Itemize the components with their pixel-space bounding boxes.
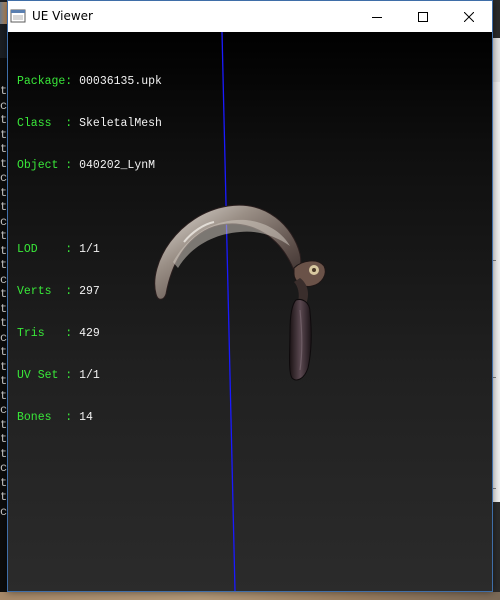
info-spacer (17, 201, 162, 215)
info-verts-label: Verts : (17, 285, 80, 298)
background-right-window-body (492, 82, 500, 502)
info-class-label: Class : (17, 117, 80, 130)
info-lod-label: LOD : (17, 243, 80, 256)
window-title: UE Viewer (32, 9, 93, 23)
info-uvset-row: UV Set : 1/1 (17, 369, 162, 383)
info-package-row: Package: 00036135.upk (17, 75, 162, 89)
close-button[interactable] (446, 1, 492, 32)
info-object-value: 040202_LynM (79, 159, 156, 172)
info-package-value: 00036135.upk (79, 75, 162, 88)
info-tris-label: Tris : (17, 327, 80, 340)
info-package-label: Package: (17, 75, 80, 88)
info-uvset-value: 1/1 (79, 369, 100, 382)
maximize-button[interactable] (400, 1, 446, 32)
info-lod-value: 1/1 (79, 243, 100, 256)
background-right-window (492, 0, 500, 600)
maximize-icon (418, 11, 428, 22)
minimize-icon (372, 12, 382, 22)
info-bones-row: Bones : 14 (17, 411, 162, 425)
app-icon (10, 8, 26, 24)
info-bones-value: 14 (79, 411, 93, 424)
info-object-label: Object : (17, 159, 80, 172)
info-uvset-label: UV Set : (17, 369, 80, 382)
info-class-value: SkeletalMesh (79, 117, 162, 130)
info-class-row: Class : SkeletalMesh (17, 117, 162, 131)
info-bones-label: Bones : (17, 411, 80, 424)
info-verts-row: Verts : 297 (17, 285, 162, 299)
close-icon (464, 11, 474, 22)
info-tris-value: 429 (79, 327, 100, 340)
minimize-button[interactable] (354, 1, 400, 32)
info-verts-value: 297 (79, 285, 100, 298)
info-object-row: Object : 040202_LynM (17, 159, 162, 173)
3d-viewport[interactable]: Package: 00036135.upk Class : SkeletalMe… (8, 32, 492, 591)
info-lod-row: LOD : 1/1 (17, 243, 162, 257)
ue-viewer-window: UE Viewer Package: 00036135.upk Class: … (7, 0, 493, 592)
background-desktop-strip (0, 592, 500, 600)
background-right-window-top (492, 38, 500, 82)
mesh-info-overlay: Package: 00036135.upk Class : SkeletalMe… (17, 47, 162, 453)
info-tris-row: Tris : 429 (17, 327, 162, 341)
title-bar[interactable]: UE Viewer (8, 1, 492, 32)
